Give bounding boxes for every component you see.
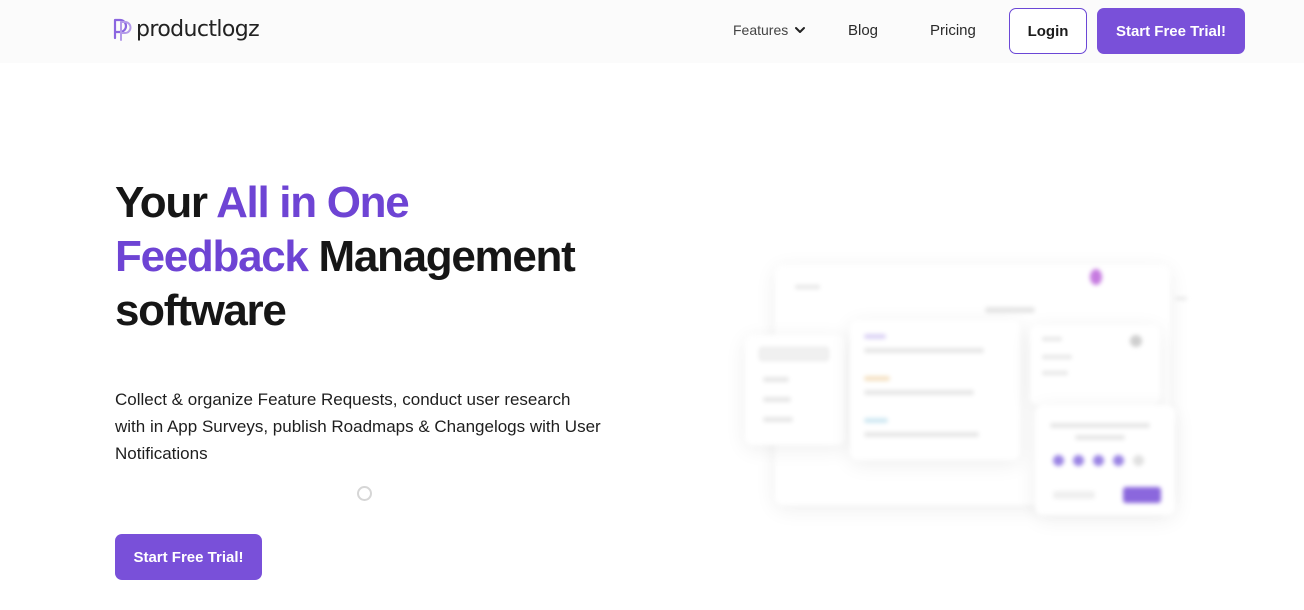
chevron-down-icon xyxy=(795,27,806,33)
hero-title-accent2: Feedback xyxy=(115,232,309,281)
start-free-trial-header-button[interactable]: Start Free Trial! xyxy=(1097,8,1245,54)
start-free-trial-hero-button[interactable]: Start Free Trial! xyxy=(115,534,262,580)
nav-pricing-link[interactable]: Pricing xyxy=(930,22,976,39)
hero-title-part3: software xyxy=(115,286,287,335)
hero-description: Collect & organize Feature Requests, con… xyxy=(115,390,601,463)
preview-survey-card xyxy=(1035,405,1175,515)
product-preview-image xyxy=(730,225,1187,525)
productlogz-logo-icon xyxy=(113,18,132,41)
preview-list-card xyxy=(850,320,1020,460)
brand-name: productlogz xyxy=(136,17,260,42)
hero-title-part2: Management xyxy=(307,232,576,281)
nav-features-dropdown[interactable]: Features xyxy=(733,22,806,38)
preview-sidebar-card xyxy=(745,335,845,445)
hero-title-part1: Your xyxy=(115,178,217,227)
nav-features-label: Features xyxy=(733,22,789,38)
login-button[interactable]: Login xyxy=(1009,8,1087,54)
hero-title-accent1: All in One xyxy=(216,178,410,227)
hero-title: Your All in One Feedback Management softwa… xyxy=(115,176,635,338)
preview-side-panel xyxy=(1030,325,1160,405)
brand-logo[interactable]: productlogz xyxy=(111,17,260,42)
loading-spinner-icon xyxy=(357,486,372,501)
site-header: productlogz Features Blog Pricing Login … xyxy=(0,0,1304,63)
nav-blog-link[interactable]: Blog xyxy=(848,22,878,39)
